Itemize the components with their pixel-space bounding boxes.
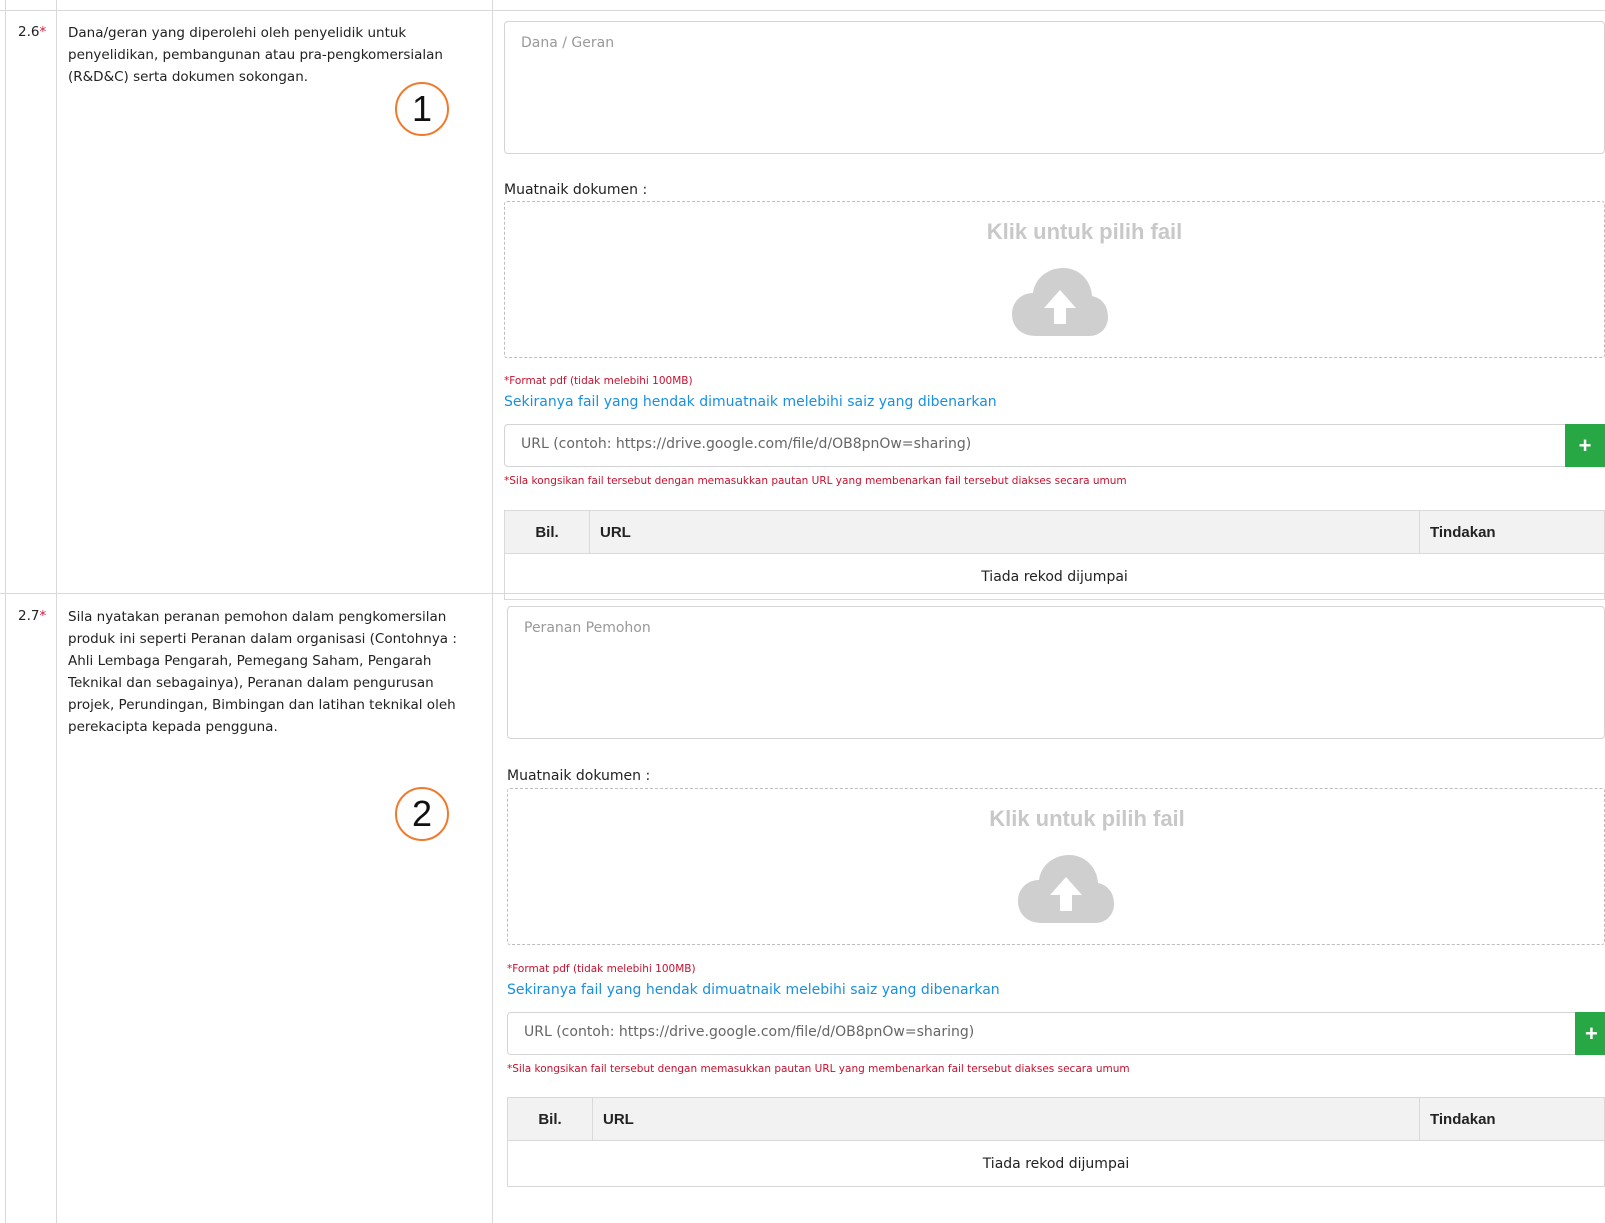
format-hint: *Format pdf (tidak melebihi 100MB): [504, 375, 693, 387]
question-text: Sila nyatakan peranan pemohon dalam peng…: [68, 609, 457, 735]
cloud-upload-icon: [1018, 855, 1114, 923]
required-mark: *: [39, 608, 47, 624]
file-dropzone[interactable]: Klik untuk pilih fail: [504, 201, 1605, 358]
url-placeholder: URL (contoh: https://drive.google.com/fi…: [524, 1024, 975, 1040]
upload-label: Muatnaik dokumen :: [504, 182, 648, 198]
textarea-placeholder: Dana / Geran: [521, 35, 615, 51]
add-url-button[interactable]: +: [1575, 1012, 1605, 1055]
plus-icon: +: [1578, 432, 1592, 458]
oversize-file-link[interactable]: Sekiranya fail yang hendak dimuatnaik me…: [504, 394, 997, 410]
grant-textarea[interactable]: Dana / Geran: [504, 21, 1605, 154]
dropzone-text: Klik untuk pilih fail: [989, 806, 1185, 831]
annotation-marker: 1: [395, 82, 449, 136]
role-textarea[interactable]: Peranan Pemohon: [507, 606, 1605, 739]
col-header-bil: Bil.: [504, 510, 590, 554]
question-text: Dana/geran yang diperolehi oleh penyelid…: [68, 25, 443, 85]
add-url-button[interactable]: +: [1565, 424, 1605, 467]
divider: [0, 10, 1605, 11]
dropzone-text: Klik untuk pilih fail: [986, 219, 1183, 244]
required-mark: *: [39, 24, 47, 40]
col-header-tindakan: Tindakan: [1419, 510, 1605, 554]
file-dropzone[interactable]: Klik untuk pilih fail: [507, 788, 1605, 945]
plus-icon: +: [1585, 1020, 1598, 1046]
textarea-placeholder: Peranan Pemohon: [524, 620, 651, 636]
share-hint: *Sila kongsikan fail tersebut dengan mem…: [504, 475, 1127, 487]
upload-label: Muatnaik dokumen :: [507, 768, 651, 784]
format-hint: *Format pdf (tidak melebihi 100MB): [507, 963, 696, 975]
oversize-file-link[interactable]: Sekiranya fail yang hendak dimuatnaik me…: [507, 982, 1000, 998]
row-number-value: 2.7: [18, 608, 40, 624]
empty-table-message: Tiada rekod dijumpai: [504, 553, 1605, 600]
col-header-url: URL: [592, 1097, 1420, 1141]
url-placeholder: URL (contoh: https://drive.google.com/fi…: [521, 436, 972, 452]
divider: [5, 0, 6, 1223]
share-hint: *Sila kongsikan fail tersebut dengan mem…: [507, 1063, 1130, 1075]
url-table: Bil. URL Tindakan Tiada rekod dijumpai: [504, 510, 1605, 600]
annotation-marker: 2: [395, 787, 449, 841]
url-input[interactable]: URL (contoh: https://drive.google.com/fi…: [504, 424, 1566, 467]
col-header-url: URL: [589, 510, 1420, 554]
table-header-row: Bil. URL Tindakan: [507, 1097, 1605, 1141]
row-number: 2.6*: [18, 24, 46, 40]
table-header-row: Bil. URL Tindakan: [504, 510, 1605, 554]
table-row: Tiada rekod dijumpai: [507, 1140, 1605, 1187]
empty-table-message: Tiada rekod dijumpai: [507, 1140, 1605, 1187]
url-table: Bil. URL Tindakan Tiada rekod dijumpai: [507, 1097, 1605, 1187]
cloud-upload-icon: [1012, 268, 1108, 336]
divider: [56, 0, 57, 1223]
form-table: 2.6* Dana/geran yang diperolehi oleh pen…: [0, 0, 1605, 1223]
table-row: Tiada rekod dijumpai: [504, 553, 1605, 600]
url-input[interactable]: URL (contoh: https://drive.google.com/fi…: [507, 1012, 1576, 1055]
col-header-tindakan: Tindakan: [1419, 1097, 1605, 1141]
row-number: 2.7*: [18, 608, 46, 624]
col-header-bil: Bil.: [507, 1097, 593, 1141]
row-number-value: 2.6: [18, 24, 40, 40]
divider: [492, 0, 493, 1223]
